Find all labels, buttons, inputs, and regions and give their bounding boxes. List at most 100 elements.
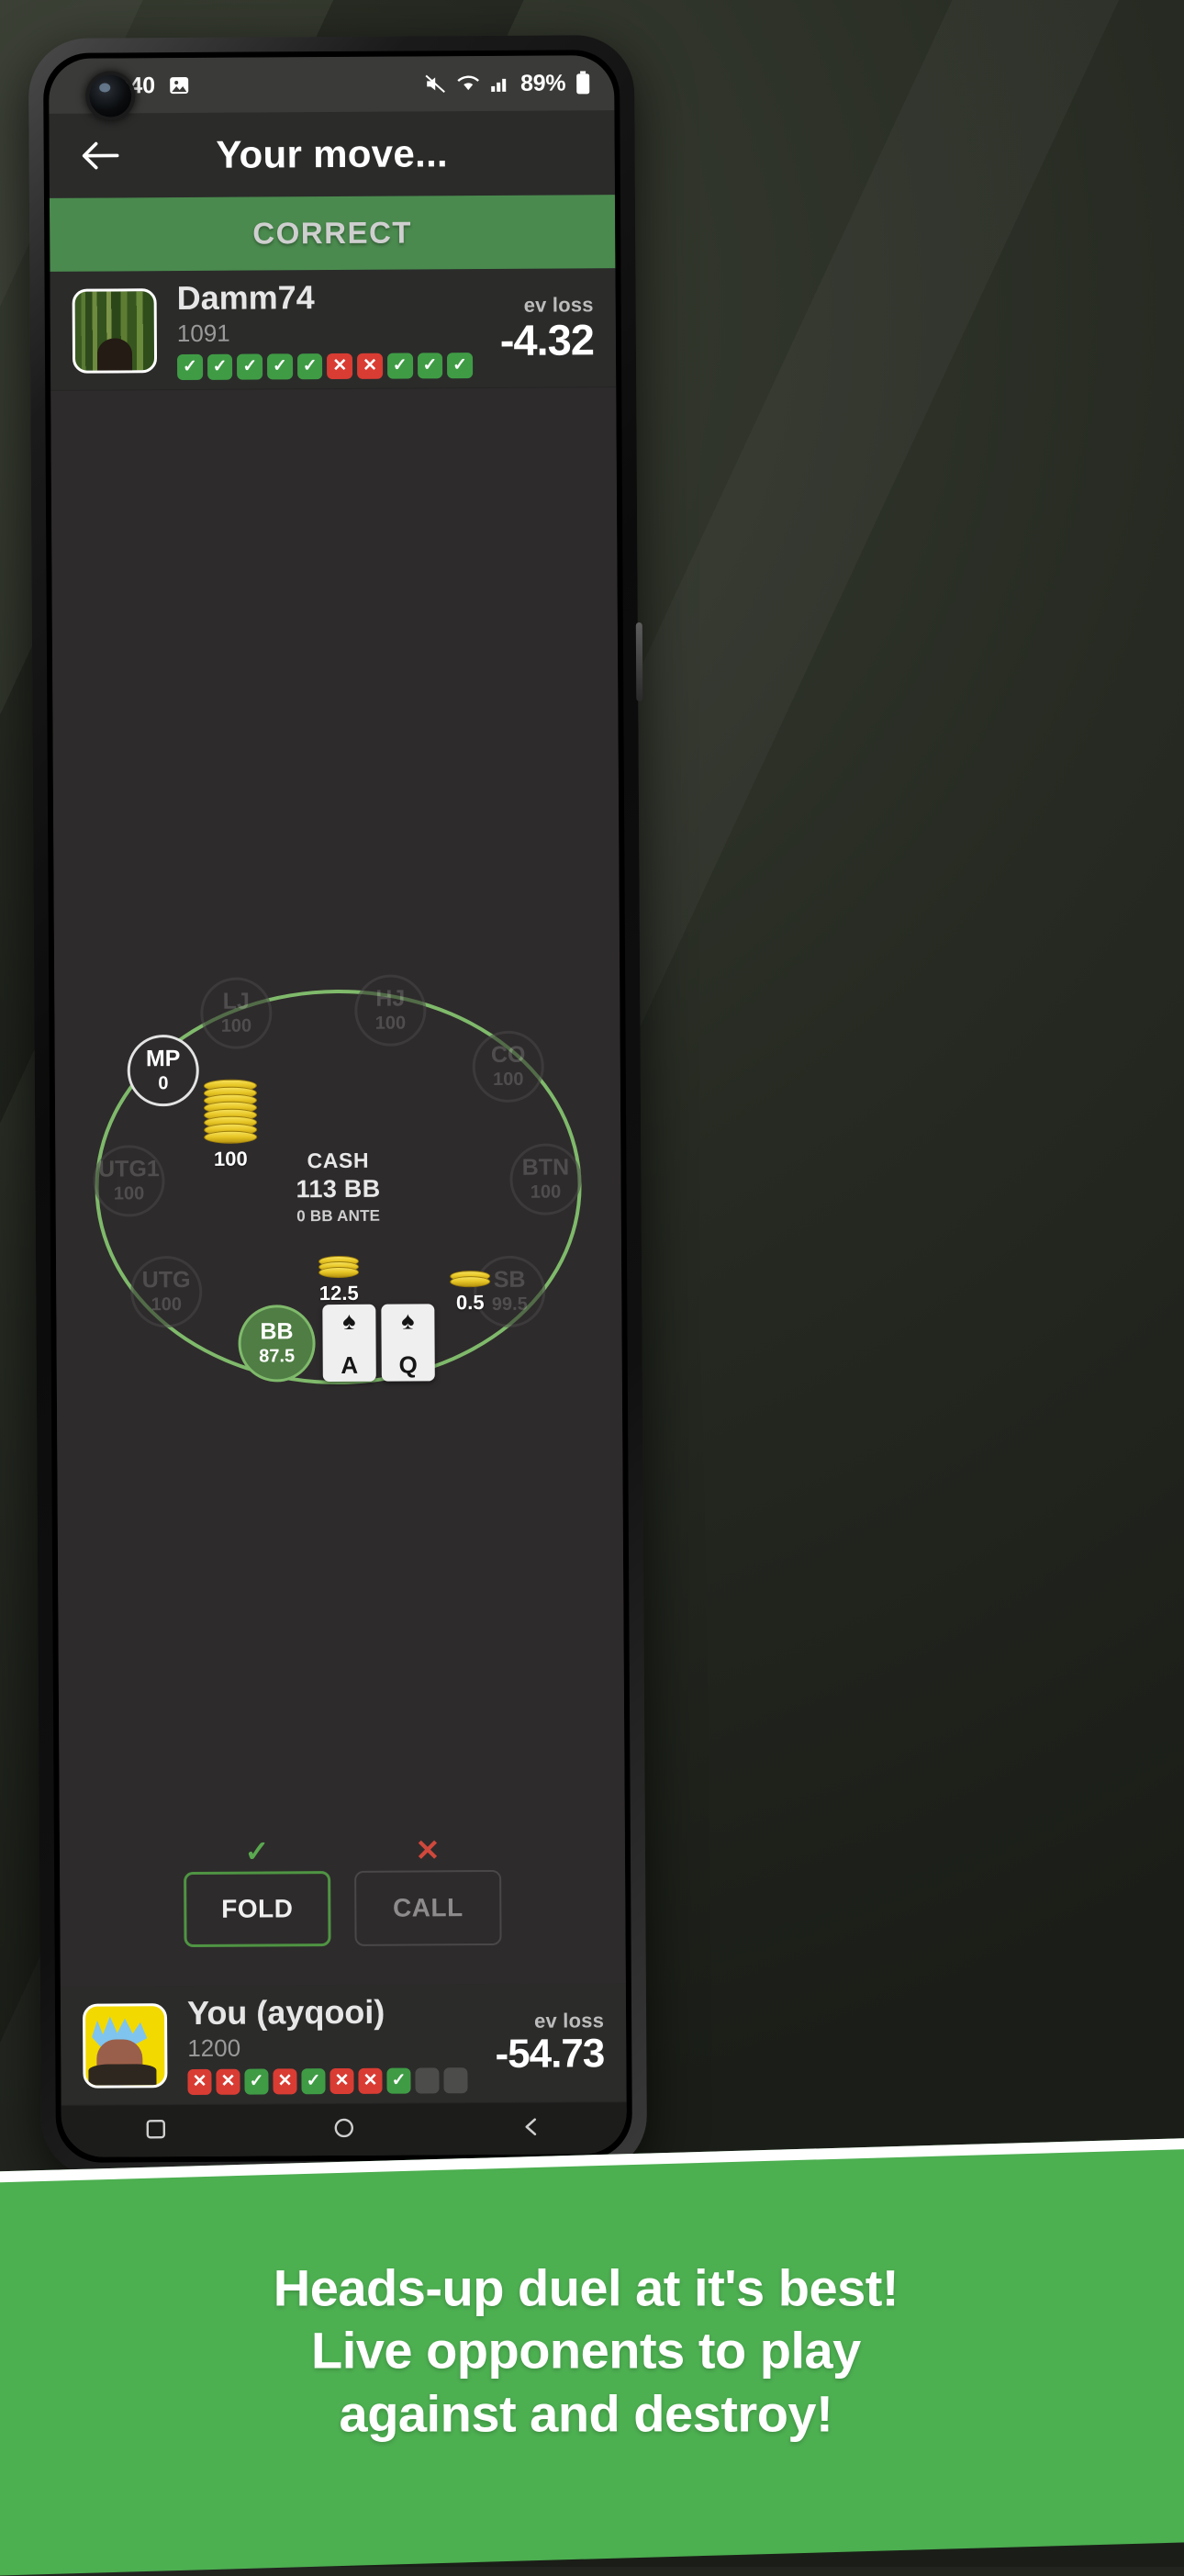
hero-score: 1200 [187, 2033, 241, 2063]
hole-card-1: ♠ A [322, 1304, 376, 1383]
card-suit: ♠ [401, 1306, 415, 1335]
seat-bb-hero[interactable]: BB 87.5 [238, 1305, 316, 1383]
seat-position: LJ [222, 988, 250, 1014]
back-arrow-icon[interactable] [73, 129, 126, 182]
opponent-result-badges: ✓ ✓ ✓ ✓ ✓ ✕ ✕ ✓ ✓ ✓ [176, 352, 474, 380]
seat-stack: 99.5 [491, 1294, 528, 1315]
seat-position: UTG [141, 1266, 191, 1293]
result-banner-text: CORRECT [252, 215, 413, 251]
battery-icon [575, 71, 590, 95]
result-badge: ✓ [244, 2068, 269, 2095]
opponent-ev-label: ev loss [523, 293, 594, 317]
result-badge: ✓ [237, 353, 263, 380]
action-buttons: ✓ FOLD ✕ CALL [184, 1833, 502, 1948]
seat-stack: 100 [220, 1015, 252, 1036]
seat-utg[interactable]: UTG 100 [129, 1255, 203, 1328]
app-header: Your move... [49, 110, 615, 198]
signal-icon [490, 74, 510, 93]
recents-icon[interactable] [143, 2117, 167, 2145]
seat-utg1[interactable]: UTG1 100 [93, 1145, 165, 1217]
seat-stack: 100 [374, 1013, 407, 1034]
back-icon[interactable] [520, 2114, 544, 2143]
incorrect-cross-icon: ✕ [415, 1833, 441, 1867]
poker-table: LJ 100 HJ 100 CO 100 BTN 100 SB 99.5 BB … [50, 387, 626, 1987]
android-nav-bar [61, 2102, 627, 2157]
opponent-name: Damm74 [176, 278, 315, 318]
seat-mp[interactable]: MP 0 [127, 1034, 199, 1107]
fold-button[interactable]: FOLD [184, 1871, 331, 1948]
result-badge: ✕ [330, 2067, 354, 2094]
seat-stack: 100 [151, 1294, 183, 1315]
hero-name: You (ayqooi) [186, 1993, 385, 2033]
result-banner: CORRECT [49, 195, 616, 272]
phone-screen: 10:40 89% [49, 55, 627, 2157]
hole-card-2: ♠ Q [381, 1304, 435, 1382]
seat-position: CO [490, 1041, 526, 1068]
seat-stack: 100 [113, 1182, 145, 1204]
promo-line-2: Live opponents to play [311, 2321, 862, 2380]
opponent-avatar[interactable] [72, 287, 158, 374]
seat-position: BTN [521, 1153, 570, 1181]
result-badge: ✓ [447, 352, 474, 378]
status-bar: 10:40 89% [49, 55, 615, 118]
seat-position: MP [145, 1045, 181, 1071]
seat-stack: 100 [493, 1069, 524, 1090]
result-badge: ✓ [267, 353, 293, 380]
hero-ev-value: -54.73 [495, 2031, 605, 2078]
call-button[interactable]: CALL [354, 1869, 502, 1946]
seat-lj[interactable]: LJ 100 [200, 977, 273, 1049]
wifi-icon [456, 73, 480, 94]
result-badge: ✕ [327, 353, 353, 379]
bet-amount: 0.5 [455, 1291, 485, 1315]
opponent-score: 1091 [176, 319, 230, 348]
table-center-info: CASH 113 BB 0 BB ANTE [296, 1148, 381, 1226]
seat-stack: 100 [530, 1182, 562, 1203]
bet-stack-sb: 0.5 [450, 1270, 491, 1315]
page-title: Your move... [216, 131, 449, 176]
result-badge: ✓ [176, 353, 203, 380]
seat-stack: 0 [158, 1072, 169, 1093]
hero-avatar[interactable] [82, 2002, 168, 2089]
seat-co[interactable]: CO 100 [472, 1030, 544, 1103]
game-type: CASH [307, 1148, 370, 1173]
coin-stack-icon [450, 1270, 491, 1288]
result-badge: ✕ [357, 353, 383, 379]
hero-row: You (ayqooi) 1200 ✕ ✕ ✓ ✕ ✓ ✕ ✕ ✓ ev los… [60, 1983, 627, 2106]
hole-cards: ♠ A ♠ Q [322, 1304, 435, 1383]
battery-percent: 89% [519, 69, 566, 96]
ante-info: 0 BB ANTE [296, 1206, 381, 1226]
correct-check-icon: ✓ [244, 1834, 270, 1868]
card-suit: ♠ [342, 1306, 356, 1335]
result-badge: ✓ [296, 353, 323, 379]
promo-line-1: Heads-up duel at it's best! [274, 2258, 899, 2317]
seat-position: SB [493, 1266, 526, 1293]
phone-mockup: 10:40 89% [28, 35, 648, 2178]
seat-position: UTG1 [97, 1155, 160, 1182]
coin-stack-icon [318, 1255, 360, 1279]
hero-ev-label: ev loss [533, 2009, 605, 2033]
bet-amount: 100 [213, 1147, 248, 1170]
bet-stack-bb: 12.5 [318, 1255, 360, 1305]
seat-position: BB [260, 1317, 294, 1345]
promo-banner: Heads-up duel at it's best! Live opponen… [0, 2138, 1184, 2576]
result-badge: ✕ [358, 2067, 383, 2094]
opponent-ev-value: -4.32 [499, 315, 595, 364]
seat-btn[interactable]: BTN 100 [509, 1143, 582, 1215]
seat-hj[interactable]: HJ 100 [354, 974, 427, 1047]
front-camera [89, 74, 132, 118]
result-badge: ✓ [301, 2067, 326, 2094]
promo-line-3: against and destroy! [339, 2383, 833, 2442]
bet-amount: 12.5 [318, 1281, 359, 1305]
seat-stack: 87.5 [259, 1345, 296, 1367]
result-badge: ✕ [216, 2068, 240, 2095]
image-icon [168, 74, 190, 96]
result-badge [443, 2066, 468, 2093]
result-badge: ✓ [207, 353, 233, 380]
bet-stack-mp: 100 [203, 1079, 258, 1171]
card-rank: A [341, 1350, 359, 1379]
result-badge: ✓ [417, 352, 443, 379]
result-badge [415, 2066, 440, 2094]
power-button[interactable] [635, 622, 643, 702]
home-icon[interactable] [332, 2115, 356, 2144]
result-badge: ✕ [273, 2067, 297, 2094]
